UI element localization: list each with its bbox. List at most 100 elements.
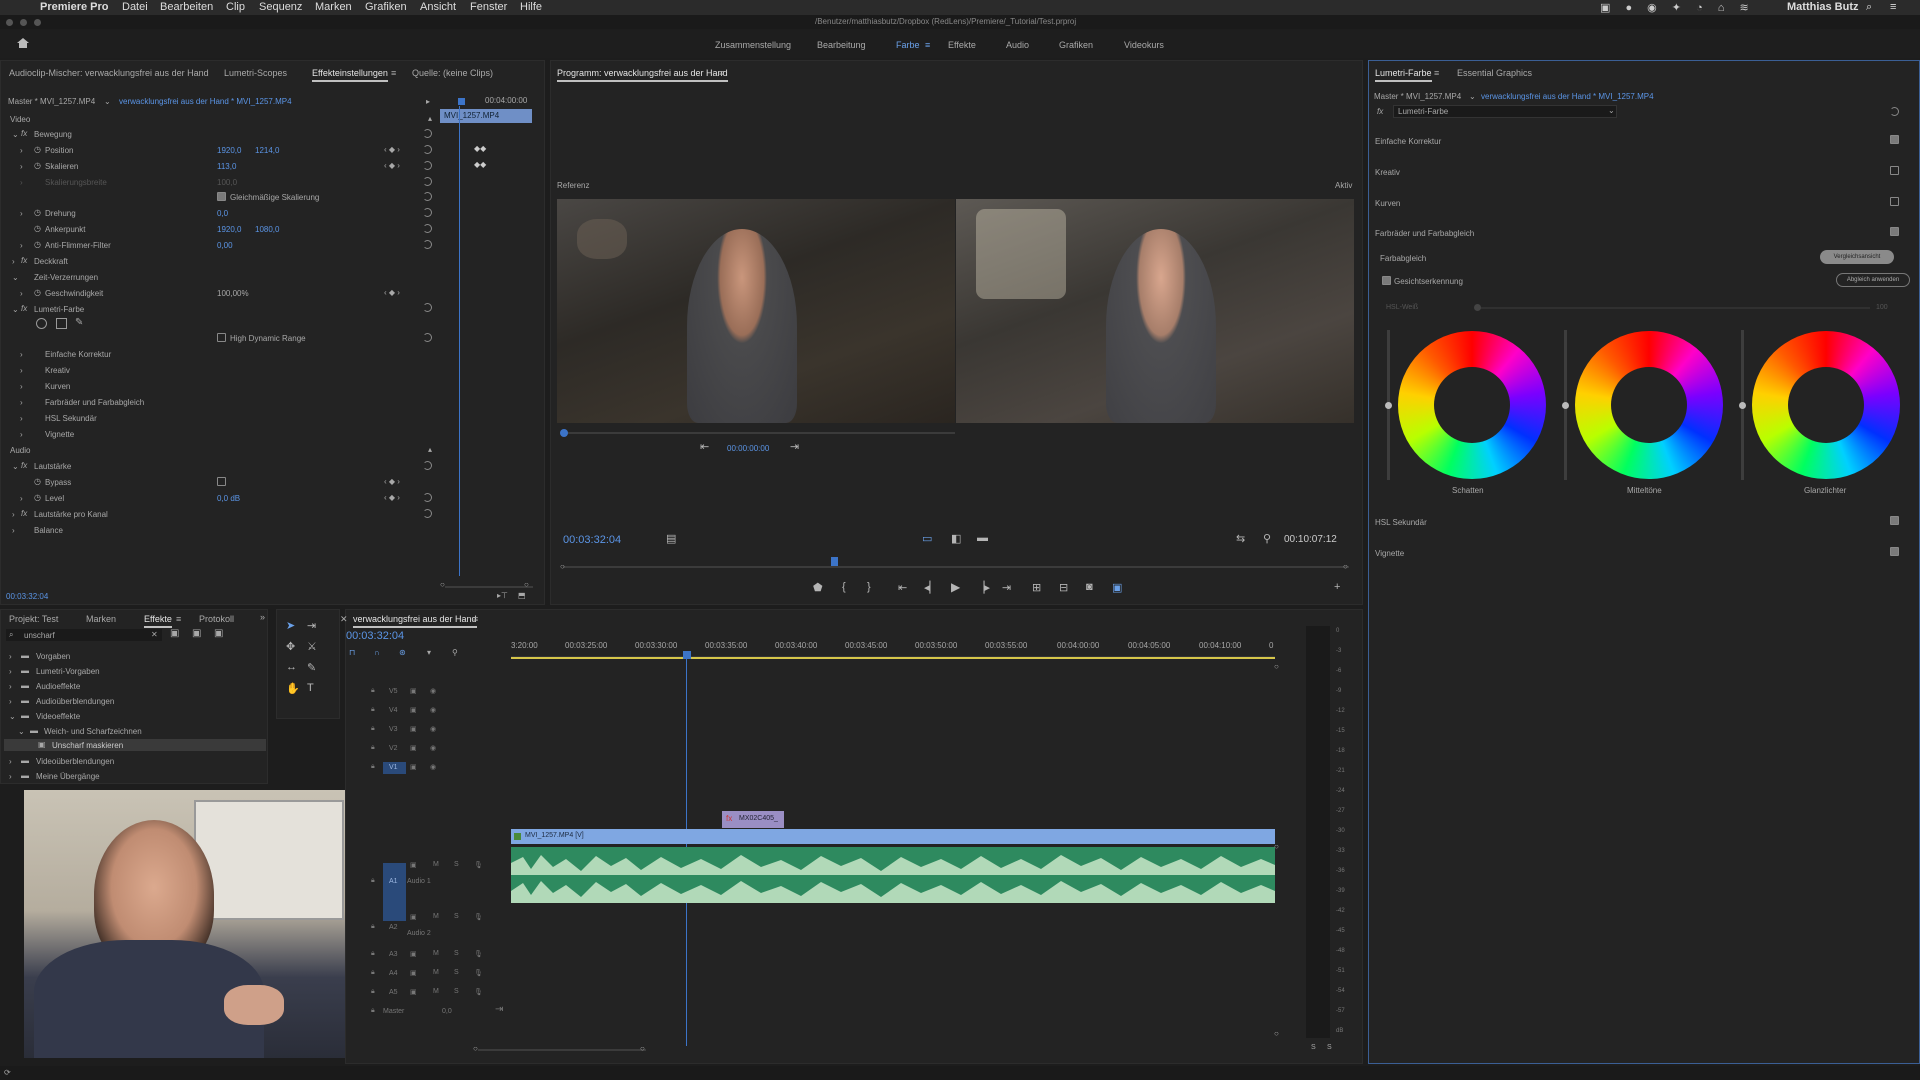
collapse-icon[interactable]: ⌄ [9,712,16,721]
add-marker-icon[interactable]: ▾ [427,648,431,657]
highlights-color-wheel[interactable] [1752,331,1900,479]
hsl-weiss-slider[interactable] [1476,307,1870,309]
work-area-bar[interactable] [511,657,1275,659]
reset-icon[interactable] [423,192,432,201]
scroll-handle-icon[interactable]: ○ [640,1044,645,1053]
meter-solo-button[interactable]: S [1327,1044,1332,1051]
expand-icon[interactable]: › [20,146,23,155]
scroll-handle-icon[interactable]: ○ [524,580,529,589]
lock-icon[interactable]: 🔒︎ [371,923,375,931]
reset-icon[interactable] [423,129,432,138]
chevron-down-icon[interactable]: ⌄ [1469,92,1476,101]
clear-search-icon[interactable]: ✕ [151,630,158,639]
collapse-icon[interactable]: ⌄ [18,727,25,736]
rectangle-mask-icon[interactable] [56,318,67,329]
tab-protokoll[interactable]: Protokoll [199,614,234,624]
hsl-sekundaer-checkbox[interactable] [1890,516,1899,525]
toggle-sync-icon[interactable]: ▣ [410,969,417,977]
linked-selection-icon[interactable]: ⊛ [399,648,406,657]
keyframe-nav-icon[interactable]: ‹ ◆ › [384,288,400,297]
toggle-sync-icon[interactable]: ▣ [410,763,417,771]
collapse-icon[interactable]: ⌄ [12,130,19,139]
lumetri-kurven[interactable]: Kurven [45,382,70,391]
collapse-icon[interactable]: ⌄ [12,273,19,282]
clip-bar[interactable]: MVI_1257.MP4 [440,109,532,123]
minimize-window-button[interactable] [20,19,27,26]
lock-icon[interactable]: 🔒︎ [371,706,375,714]
status-icon[interactable]: ⟳ [4,1068,11,1077]
expand-icon[interactable]: › [9,667,12,676]
stopwatch-icon[interactable]: ◷ [34,288,41,297]
mute-button[interactable]: M [433,988,439,995]
fx-icon[interactable]: fx [1377,107,1383,116]
stopwatch-icon[interactable]: ◷ [34,224,41,233]
go-to-in-icon[interactable]: ⇤ [898,581,907,594]
expand-icon[interactable]: › [20,366,23,375]
yuv-effects-icon[interactable]: ▣ [214,628,223,639]
reset-icon[interactable] [423,177,432,186]
section-hsl-sekundaer[interactable]: HSL Sekundär [1375,518,1427,527]
effect-bewegung[interactable]: Bewegung [34,130,72,139]
program-monitor-title[interactable]: Programm: verwacklungsfrei aus der Hand [557,68,728,82]
expand-icon[interactable]: › [20,494,23,503]
collapse-icon[interactable]: ⌄ [12,305,19,314]
menu-fenster[interactable]: Fenster [470,1,507,13]
hdr-checkbox[interactable] [217,333,226,342]
reset-icon[interactable] [423,333,432,342]
expand-icon[interactable]: › [20,241,23,250]
solo-button[interactable]: S [454,988,459,995]
farbraeder-checkbox[interactable] [1890,227,1899,236]
track-label-a5[interactable]: A5 [389,989,398,996]
eye-icon[interactable]: ◉ [430,744,436,752]
step-back-icon[interactable]: ◂▏ [924,581,938,594]
menu-datei[interactable]: Datei [122,1,148,13]
type-tool-icon[interactable]: T [307,682,314,694]
program-playhead[interactable] [831,557,838,566]
comparison-view-icon[interactable]: ▭ [922,532,932,545]
camera-icon[interactable]: ◙ [1086,581,1093,593]
mute-button[interactable]: M [433,913,439,920]
tab-marken[interactable]: Marken [86,614,116,624]
workspace-grafiken[interactable]: Grafiken [1059,40,1093,50]
zoom-scrollbar[interactable] [445,586,533,588]
tree-item-vorgaben[interactable]: Vorgaben [36,652,70,661]
scroll-handle-icon[interactable]: ○ [1343,562,1348,571]
timeline-timecode[interactable]: 00:03:32:04 [346,630,404,642]
go-to-out-icon[interactable]: ⇥ [1002,581,1011,594]
reset-icon[interactable] [423,161,432,170]
gesichtserkennung-checkbox[interactable] [1382,276,1391,285]
clip-v1[interactable]: MVI_1257.MP4 [V] [511,829,1275,844]
scroll-up-icon[interactable]: ▴ [428,114,432,123]
toggle-sync-icon[interactable]: ▣ [410,950,417,958]
fx-icon[interactable]: fx [21,129,27,138]
geschwindigkeit-value[interactable]: 100,00% [217,289,249,298]
highlights-luma-slider[interactable] [1739,330,1746,480]
tree-item-videoeffekte[interactable]: Videoeffekte [36,712,80,721]
menu-hilfe[interactable]: Hilfe [520,1,542,13]
scroll-handle-icon[interactable]: ○ [560,562,565,571]
solo-button[interactable]: S [454,861,459,868]
keyframe-diamond-icon[interactable]: ◆◆ [474,144,486,153]
fx-icon[interactable]: fx [21,256,27,265]
panel-menu-icon[interactable]: ≡ [1434,68,1439,78]
settings-icon[interactable]: ▤ [666,532,676,545]
expand-icon[interactable]: › [12,257,15,266]
keyframe-nav-icon[interactable]: ‹ ◆ › [384,477,400,486]
clip-a1[interactable] [511,847,1275,903]
expand-arrow-icon[interactable]: ▸ [426,97,430,106]
lock-icon[interactable]: 🔒︎ [371,1007,375,1015]
track-label-a2[interactable]: A2 [389,924,398,931]
lock-icon[interactable]: 🔒︎ [371,950,375,958]
timeline-playhead-handle[interactable] [683,651,691,659]
lock-icon[interactable]: 🔒︎ [371,687,375,695]
scroll-handle-icon[interactable]: ○ [1274,842,1279,851]
reset-icon[interactable] [423,493,432,502]
mute-button[interactable]: M [433,950,439,957]
lumetri-vignette[interactable]: Vignette [45,430,74,439]
collapse-icon[interactable]: ⌄ [12,462,19,471]
lock-icon[interactable]: 🔒︎ [371,744,375,752]
panel-menu-icon[interactable]: ≡ [176,614,181,624]
tab-lumetri-scopes[interactable]: Lumetri-Scopes [224,68,287,78]
comparison-view-button[interactable]: Vergleichsansicht [1820,250,1894,264]
reset-icon[interactable] [423,509,432,518]
